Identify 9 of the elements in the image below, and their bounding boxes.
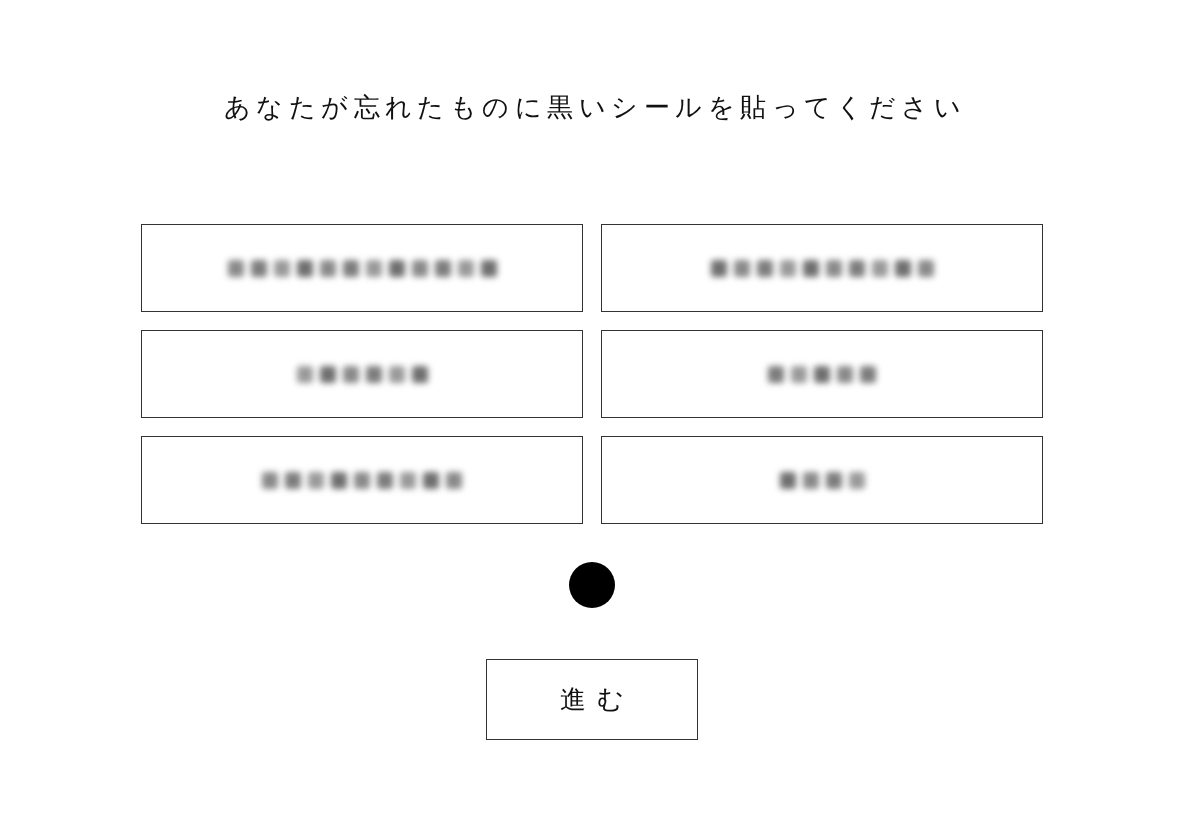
option-button[interactable] <box>141 330 583 418</box>
option-button[interactable] <box>601 224 1043 312</box>
option-button[interactable] <box>601 330 1043 418</box>
next-button[interactable]: 進む <box>486 659 698 740</box>
round-sticker-icon[interactable] <box>569 562 615 608</box>
option-button[interactable] <box>141 224 583 312</box>
option-button[interactable] <box>141 436 583 524</box>
option-button[interactable] <box>601 436 1043 524</box>
page-title: あなたが忘れたものに黒いシールを貼ってください <box>223 92 967 124</box>
